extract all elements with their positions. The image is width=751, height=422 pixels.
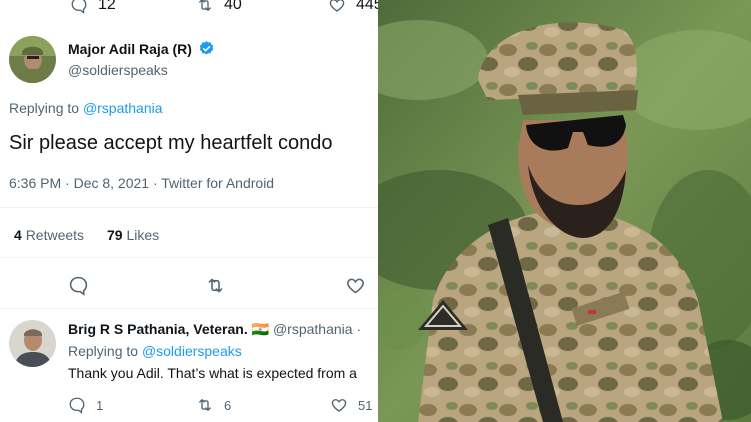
reply-retweet-action[interactable]: 6 [196,396,231,414]
india-flag-icon: 🇮🇳 [251,321,270,337]
reply-retweet-count: 6 [224,397,232,413]
retweet-icon [208,278,223,293]
replying-to: Replying to @rspathania [9,100,163,116]
mention-link[interactable]: @soldierspeaks [142,343,242,359]
divider [0,207,378,208]
reply-button[interactable] [68,275,89,296]
reply-replying-to: Replying to @soldierspeaks [68,343,242,359]
retweet-icon [199,399,211,411]
reply-like-action[interactable]: 51 [330,396,372,414]
tweet-thread-panel: 12 40 445 Major Adil Raja (R) @soldiersp… [0,0,378,422]
top-like-action[interactable]: 445 [328,0,378,14]
reply-reply-count: 1 [96,397,104,413]
replying-prefix: Replying to [9,100,80,116]
divider [0,257,378,258]
reply-handle[interactable]: @rspathania [273,321,353,337]
like-count: 79 [107,227,123,243]
reply-icon [69,276,88,296]
heart-icon [329,0,345,12]
divider [0,308,378,309]
separator: · [356,321,362,337]
like-stat[interactable]: 79 Likes [107,227,159,243]
reply-reply-action[interactable]: 1 [68,396,103,414]
soldier-photo [378,0,751,422]
verified-badge-icon [199,41,214,55]
avatar[interactable] [9,36,56,83]
avatar-photo-icon [9,36,56,83]
retweet-stat[interactable]: 4 Retweets [14,227,84,243]
reply-avatar[interactable] [9,320,56,367]
handle[interactable]: @soldierspeaks [68,62,168,78]
retweet-icon [199,0,211,11]
retweet-label: Retweets [25,227,85,243]
photo-illustration [378,0,751,422]
reply-icon [69,397,85,414]
mention-link[interactable]: @rspathania [83,100,163,116]
top-retweet-action[interactable]: 40 [196,0,242,14]
reply-icon [71,0,87,14]
reply-like-count: 51 [358,397,373,413]
tweet-text: Sir please accept my heartfelt condo [9,132,333,154]
like-button[interactable] [345,275,366,296]
reply-display-name-text: Brig R S Pathania, Veteran. [68,321,248,337]
retweet-button[interactable] [205,275,226,296]
top-like-count: 445 [356,0,378,13]
replying-prefix: Replying to [68,343,139,359]
top-reply-count: 12 [98,0,116,13]
tweet-timestamp[interactable]: 6:36 PM · Dec 8, 2021 · Twitter for Andr… [9,175,274,191]
display-name[interactable]: Major Adil Raja (R) [68,40,215,57]
display-name-text: Major Adil Raja (R) [68,41,192,57]
top-retweet-count: 40 [224,0,242,13]
avatar-photo-icon [9,320,56,367]
reply-display-name[interactable]: Brig R S Pathania, Veteran. 🇮🇳 @rspathan… [68,321,361,338]
heart-icon [331,399,347,412]
top-reply-action[interactable]: 12 [70,0,116,14]
retweet-count: 4 [14,227,22,243]
like-label: Likes [126,227,160,243]
heart-icon [347,278,364,294]
reply-tweet-text: Thank you Adil. That’s what is expected … [68,365,357,381]
